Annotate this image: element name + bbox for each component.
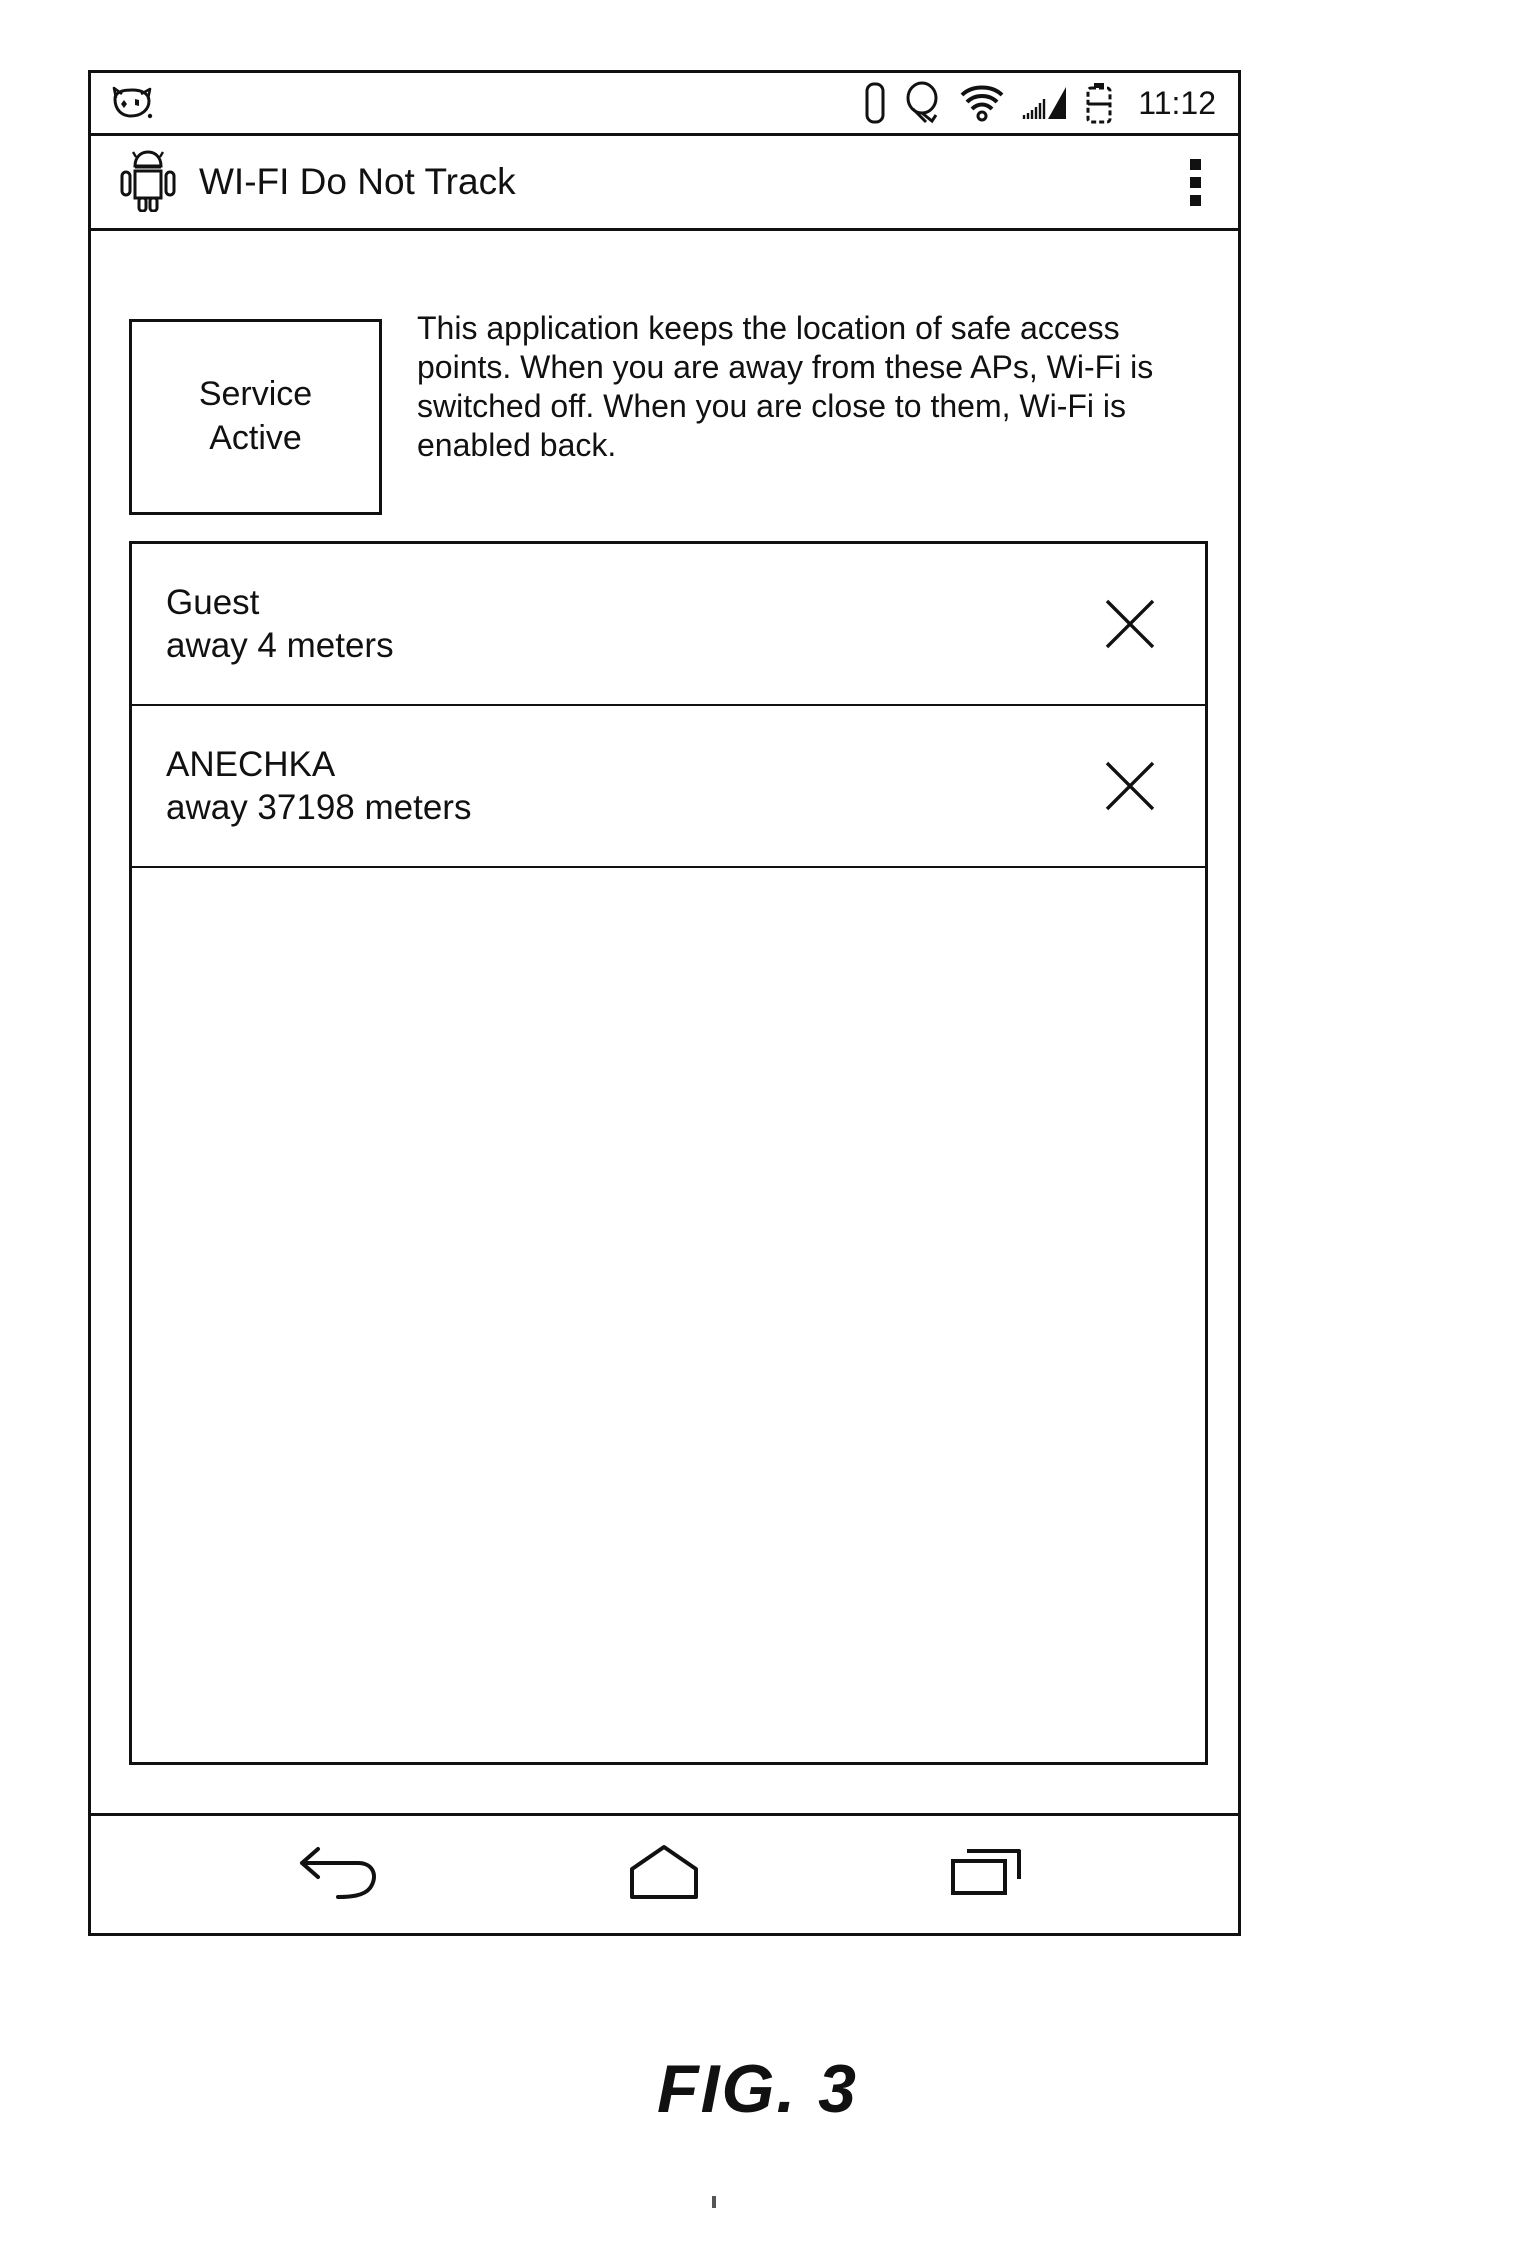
access-point-list[interactable]: Guest away 4 meters ANECHKA away 37198 m… (129, 541, 1208, 1765)
service-status-toggle[interactable]: Service Active (129, 319, 382, 515)
status-bar-clock: 11:12 (1138, 85, 1216, 121)
access-point-name: Guest (166, 582, 260, 622)
app-notification-icon (109, 85, 155, 121)
close-icon[interactable] (1099, 593, 1161, 655)
cellular-signal-icon (1022, 83, 1068, 123)
app-action-bar: WI-FI Do Not Track (91, 136, 1238, 231)
service-status-line2: Active (209, 419, 302, 457)
wifi-signal-icon (958, 83, 1006, 123)
status-bar-notifications (109, 85, 864, 121)
home-icon (614, 1841, 714, 1908)
access-point-list-empty-space (132, 868, 1205, 908)
access-point-info: ANECHKA away 37198 meters (166, 743, 1099, 830)
list-item[interactable]: ANECHKA away 37198 meters (132, 706, 1205, 868)
app-content-area: Service Active This application keeps th… (91, 231, 1238, 1813)
recents-button[interactable] (927, 1836, 1047, 1914)
list-item[interactable]: Guest away 4 meters (132, 544, 1205, 706)
access-point-name: ANECHKA (166, 744, 336, 784)
headset-icon (902, 81, 942, 125)
sim-card-icon (864, 82, 886, 124)
overflow-menu-icon[interactable] (1178, 158, 1212, 206)
access-point-distance: away 37198 meters (166, 788, 472, 827)
recents-icon (937, 1841, 1037, 1908)
back-button[interactable] (282, 1836, 402, 1914)
back-arrow-icon (292, 1841, 392, 1908)
overflow-dot (1189, 194, 1201, 206)
android-robot-icon (117, 148, 179, 217)
phone-device-frame: 11:12 WI-FI Do Not Track Service Active … (88, 70, 1241, 1936)
close-icon[interactable] (1099, 755, 1161, 817)
page-title: WI-FI Do Not Track (199, 161, 516, 202)
service-header-row: Service Active This application keeps th… (129, 310, 1208, 519)
overflow-dot (1189, 158, 1201, 170)
status-bar-system-icons: 11:12 (864, 81, 1216, 125)
battery-icon (1084, 82, 1114, 124)
system-navigation-bar (91, 1813, 1238, 1933)
overflow-dot (1189, 176, 1201, 188)
service-status-line1: Service (198, 375, 313, 414)
page-mark (712, 2196, 716, 2208)
home-button[interactable] (604, 1836, 724, 1914)
figure-caption: FIG. 3 (657, 2051, 858, 2127)
app-description-text: This application keeps the location of s… (417, 310, 1154, 464)
access-point-distance: away 4 meters (166, 626, 394, 665)
status-bar: 11:12 (91, 73, 1238, 136)
access-point-info: Guest away 4 meters (166, 581, 1099, 668)
